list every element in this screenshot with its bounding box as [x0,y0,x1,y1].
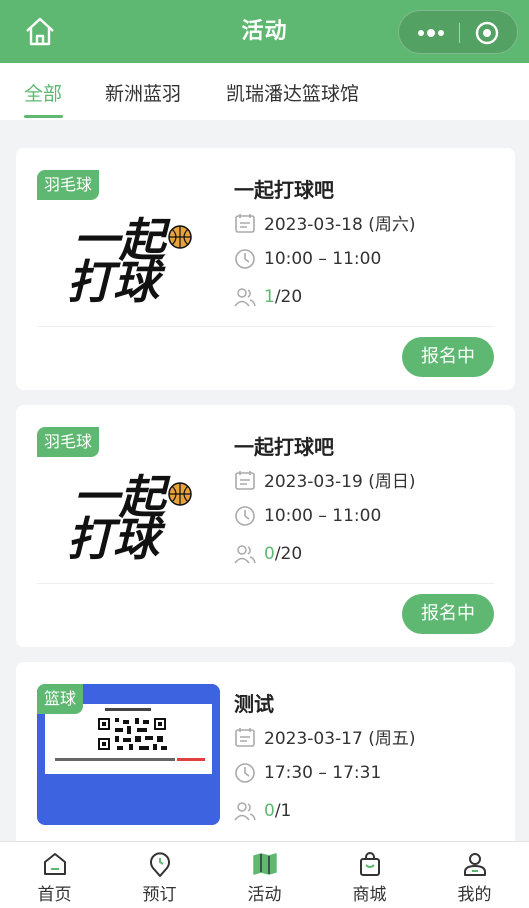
more-icon[interactable] [414,11,448,55]
nav-label: 活动 [247,885,282,905]
joined-count: 1 [264,287,275,307]
tab-xinzhou-lanyu[interactable]: 新洲蓝羽 [105,79,181,106]
people-icon [234,802,256,821]
activity-poster: 篮球 [37,684,220,825]
sport-tag: 羽毛球 [37,170,100,200]
capacity: /1 [274,801,292,821]
participants-row: 0/1 [234,800,291,822]
mini-program-capsule [398,10,518,54]
sport-tag: 篮球 [37,684,84,714]
time-row: 17:30 – 17:31 [234,762,381,784]
capsule-divider [459,23,460,43]
close-target-icon[interactable] [475,21,499,45]
calendar-icon [235,727,255,747]
time-row: 10:00 – 11:00 [234,505,381,527]
tab-all[interactable]: 全部 [24,79,62,106]
calendar-icon [235,213,255,233]
signup-button[interactable]: 报名中 [402,594,494,634]
card-divider [37,583,494,584]
nav-label: 我的 [457,885,492,905]
activity-poster: 一起 打球 羽毛球 [37,170,220,311]
activity-card[interactable]: 篮球 测试 2023-03-17 (周五) 17:30 – 17:31 0/1 [16,662,515,862]
nav-home[interactable]: 首页 [2,842,107,908]
qr-code-icon [55,708,205,761]
activity-date: 2023-03-19 (周日) [264,472,416,492]
activity-date: 2023-03-17 (周五) [264,729,416,749]
capacity: /20 [274,544,303,564]
nav-profile[interactable]: 我的 [422,842,527,908]
activity-title: 一起打球吧 [234,178,334,202]
card-divider [37,326,494,327]
tab-kairui-panda[interactable]: 凯瑞潘达篮球馆 [226,79,359,106]
capacity: /20 [274,287,303,307]
category-tabs: 全部 新洲蓝羽 凯瑞潘达篮球馆 [0,63,529,120]
activity-time: 10:00 – 11:00 [264,506,382,526]
home-icon [44,853,66,875]
basketball-icon [168,482,192,506]
nav-activity[interactable]: 活动 [212,842,317,908]
clock-icon [235,763,255,783]
joined-count: 0 [264,544,275,564]
top-bar: 活动 [0,0,529,63]
map-icon [253,853,277,875]
shopping-bag-icon [360,852,380,876]
activity-poster: 一起 打球 羽毛球 [37,427,220,568]
poster-text-2: 打球 [67,512,166,566]
poster-text-2: 打球 [67,255,166,309]
time-row: 10:00 – 11:00 [234,248,381,270]
nav-label: 商城 [352,885,387,905]
signup-button[interactable]: 报名中 [402,337,494,377]
activity-time: 17:30 – 17:31 [264,763,382,783]
activity-card[interactable]: 一起 打球 羽毛球 一起打球吧 2023-03-18 (周六) 10:00 – … [16,148,515,390]
joined-count: 0 [264,801,275,821]
date-row: 2023-03-19 (周日) [234,467,415,492]
clock-icon [235,506,255,526]
user-icon [464,853,486,876]
participants-row: 0/20 [234,543,302,565]
sport-tag: 羽毛球 [37,427,100,457]
nav-label: 预订 [142,885,177,905]
nav-label: 首页 [37,885,72,905]
clock-icon [235,249,255,269]
activity-card[interactable]: 一起 打球 羽毛球 一起打球吧 2023-03-19 (周日) 10:00 – … [16,405,515,647]
calendar-icon [235,470,255,490]
poster-paper [45,704,212,774]
nav-booking[interactable]: 预订 [107,842,212,908]
bottom-tab-bar: 首页 预订 活动 商城 我的 [0,841,529,908]
basketball-icon [168,225,192,249]
clock-pin-icon [150,852,170,877]
activity-date: 2023-03-18 (周六) [264,215,416,235]
date-row: 2023-03-17 (周五) [234,724,415,749]
people-icon [234,288,256,307]
activity-title: 测试 [234,692,274,716]
activity-time: 10:00 – 11:00 [264,249,382,269]
nav-mall[interactable]: 商城 [317,842,422,908]
participants-row: 1/20 [234,286,302,308]
people-icon [234,545,256,564]
date-row: 2023-03-18 (周六) [234,210,415,235]
activity-title: 一起打球吧 [234,435,334,459]
active-tab-indicator [24,115,63,118]
